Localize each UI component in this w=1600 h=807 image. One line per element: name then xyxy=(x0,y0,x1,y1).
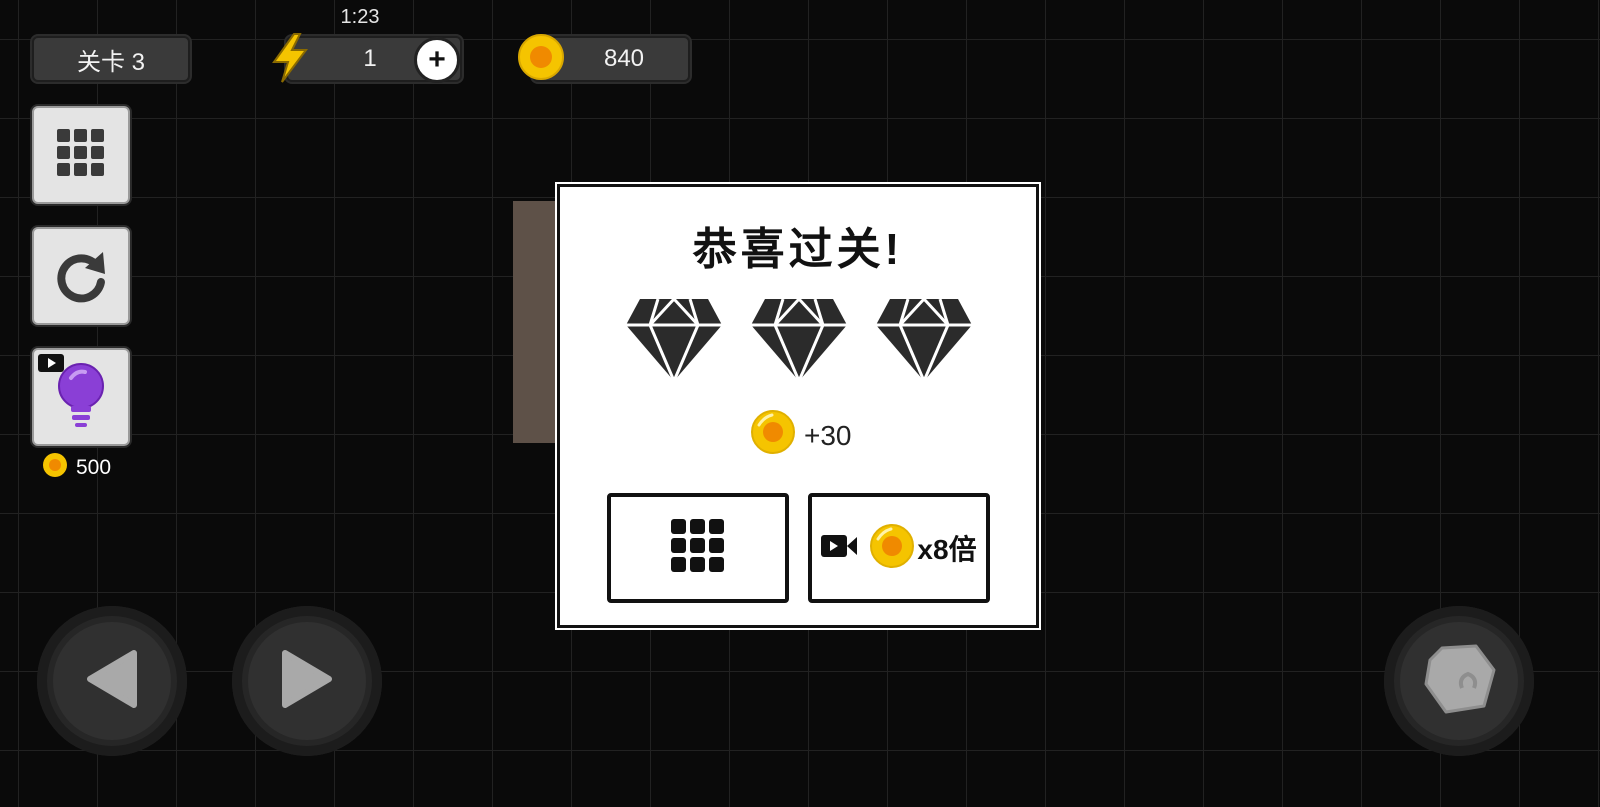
add-energy-button[interactable]: + xyxy=(414,37,460,83)
jump-button[interactable] xyxy=(1384,606,1534,756)
dialog-title: 恭喜过关! xyxy=(692,225,904,274)
video-camera-icon xyxy=(821,533,858,564)
diamond-icon xyxy=(624,296,724,388)
hint-cost: 500 xyxy=(42,452,111,484)
gold-coin-icon xyxy=(516,32,566,89)
coin-counter: 840 xyxy=(518,34,690,82)
energy-counter: 1 + xyxy=(272,33,462,83)
gold-coin-icon xyxy=(869,523,915,574)
coin-value: 840 xyxy=(603,45,645,72)
diamond-icon xyxy=(874,296,974,388)
gold-coin-icon xyxy=(750,409,796,462)
grid-menu-icon xyxy=(55,127,107,184)
energy-value: 1 xyxy=(363,45,377,72)
game-timer: 1:23 xyxy=(340,6,380,28)
hint-cost-value: 500 xyxy=(76,456,112,479)
grid-menu-icon xyxy=(670,518,726,579)
level-select-dialog-button[interactable] xyxy=(607,493,789,603)
move-left-button[interactable] xyxy=(37,606,187,756)
lightning-bolt-icon xyxy=(268,32,312,91)
restart-arrow-icon xyxy=(51,244,111,309)
reward-amount: +30 xyxy=(804,419,852,451)
wooden-crate xyxy=(513,201,561,443)
restart-button[interactable] xyxy=(32,227,130,325)
watch-video-multiply-button[interactable]: x8倍 xyxy=(808,493,990,603)
hint-button[interactable] xyxy=(32,348,130,446)
level-complete-dialog: 恭喜过关! +30 x8倍 xyxy=(557,184,1039,628)
video-camera-icon xyxy=(38,354,64,377)
left-arrow-icon xyxy=(84,649,140,714)
coin-reward: +30 xyxy=(750,409,852,462)
diamond-icon xyxy=(749,296,849,388)
level-label: 关卡 3 xyxy=(76,48,145,76)
level-indicator: 关卡 3 xyxy=(32,36,190,82)
multiplier-label: x8倍 xyxy=(917,534,977,565)
rock-icon xyxy=(1422,644,1496,719)
right-arrow-icon xyxy=(279,649,335,714)
move-right-button[interactable] xyxy=(232,606,382,756)
plus-icon: + xyxy=(428,43,446,76)
gold-coin-icon xyxy=(42,452,68,484)
level-select-button[interactable] xyxy=(32,106,130,204)
